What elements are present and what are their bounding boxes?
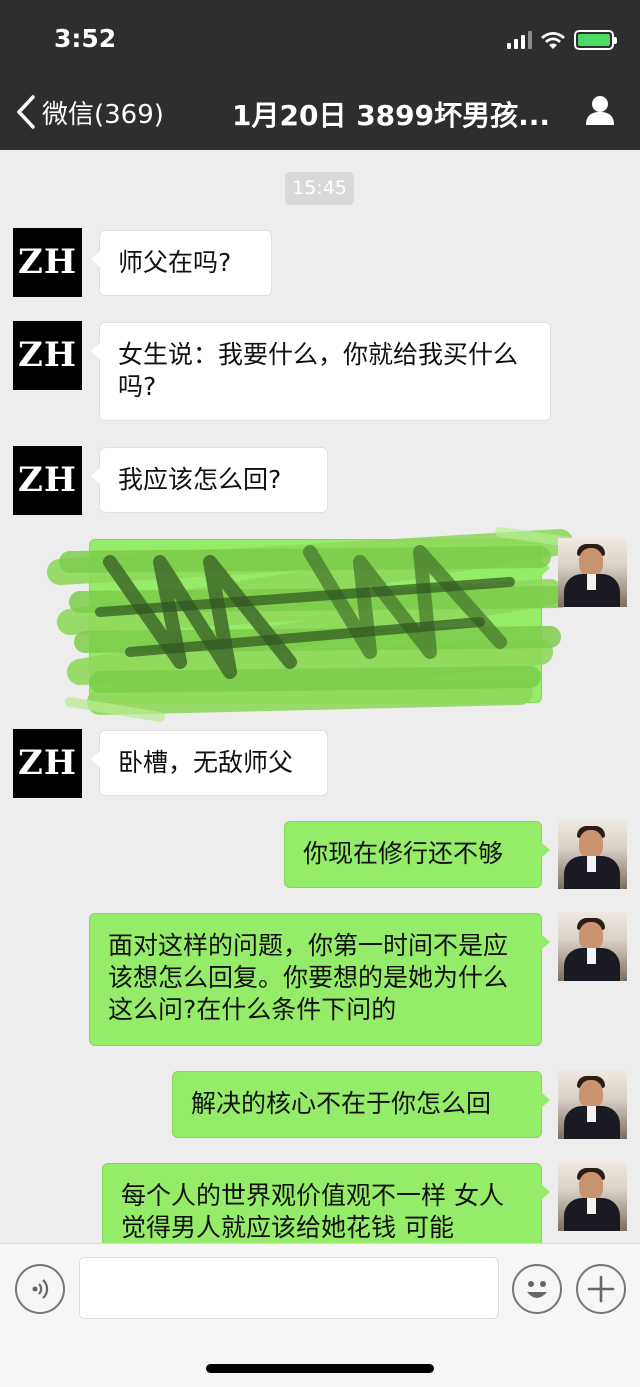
chat-nav-bar: 微信(369) 1月20日 3899坏男孩...: [0, 80, 640, 146]
avatar[interactable]: [558, 538, 627, 607]
message-bubble[interactable]: 师父在吗?: [91, 230, 272, 296]
message-bubble[interactable]: 每个人的世界观价值观不一样 女人觉得男人就应该给她花钱 可能: [102, 1163, 550, 1243]
timestamp-chip: 15:45: [285, 172, 354, 205]
message-bubble[interactable]: 你现在修行还不够: [284, 821, 550, 888]
voice-button[interactable]: [15, 1264, 65, 1314]
avatar[interactable]: ZH: [13, 321, 82, 390]
message-input[interactable]: [79, 1257, 499, 1319]
chat-area[interactable]: 15:45 ZH 师父在吗? ZH 女生说：我要什么，你就给我买什么吗? ZH …: [0, 150, 640, 1243]
back-label: 微信(369): [42, 99, 164, 130]
avatar[interactable]: [558, 820, 627, 889]
battery-icon: [574, 30, 617, 50]
message-bubble[interactable]: 卧槽，无敌师父: [91, 730, 328, 796]
status-time: 3:52: [54, 24, 117, 53]
cellular-signal-icon: [507, 31, 532, 49]
avatar[interactable]: [558, 912, 627, 981]
message-bubble[interactable]: 面对这样的问题，你第一时间不是应该想怎么回复。你要想的是她为什么这么问?在什么条…: [89, 913, 550, 1046]
emoji-button[interactable]: [512, 1264, 562, 1314]
redaction-scribble: [47, 527, 575, 722]
status-icons: [507, 28, 617, 52]
voice-icon: [32, 1279, 49, 1299]
top-bar: 3:52 微信(369) 1月20日 3899坏男孩...: [0, 0, 640, 150]
wifi-icon: [541, 32, 565, 49]
more-button[interactable]: [576, 1264, 626, 1314]
avatar[interactable]: ZH: [13, 228, 82, 297]
chevron-left-icon: [17, 95, 35, 129]
person-icon[interactable]: [584, 94, 616, 126]
message-bubble[interactable]: 解决的核心不在于你怎么回: [172, 1071, 550, 1138]
input-bar: [0, 1243, 640, 1387]
plus-icon: [587, 1275, 615, 1303]
avatar[interactable]: [558, 1070, 627, 1139]
home-indicator: [206, 1364, 434, 1373]
back-button[interactable]: 微信(369): [16, 94, 164, 130]
smiley-icon: [527, 1281, 547, 1298]
avatar[interactable]: [558, 1162, 627, 1231]
chat-title: 1月20日 3899坏男孩...: [232, 99, 551, 132]
message-bubble[interactable]: 女生说：我要什么，你就给我买什么吗?: [91, 322, 551, 421]
avatar[interactable]: ZH: [13, 729, 82, 798]
